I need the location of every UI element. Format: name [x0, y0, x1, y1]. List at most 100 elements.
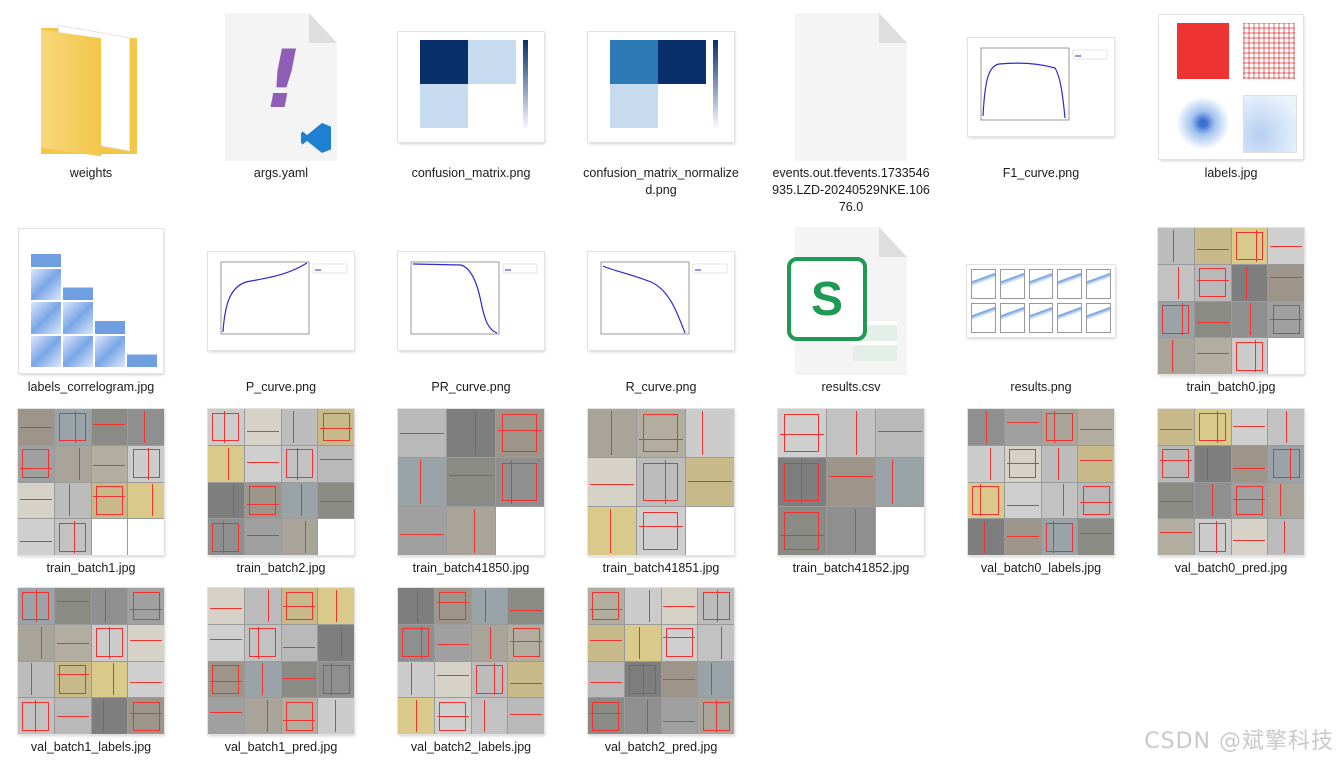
crack-mark [609, 509, 611, 553]
mosaic-cell [1078, 409, 1114, 445]
file-name: val_batch1_pred.jpg [224, 740, 338, 754]
crack-mark [474, 509, 476, 553]
mosaic-cell [281, 409, 318, 445]
file-item[interactable]: val_batch1_pred.jpg [196, 582, 366, 756]
file-item[interactable]: results.png [956, 222, 1126, 396]
file-item[interactable]: PR_curve.png [386, 222, 556, 396]
file-item[interactable]: val_batch2_pred.jpg [576, 582, 746, 756]
bbox [132, 701, 160, 731]
curve-plot [410, 261, 538, 335]
file-item[interactable]: ! args.yaml [196, 8, 366, 182]
bbox [22, 591, 50, 621]
bbox [501, 462, 538, 501]
crack-mark [985, 410, 987, 443]
mosaic-cell [244, 698, 281, 734]
file-item[interactable]: val_batch1_labels.jpg [6, 582, 176, 756]
crack-mark [1080, 429, 1113, 431]
mosaic-cell [588, 661, 624, 698]
results-grid [971, 269, 1111, 333]
crack-mark [1062, 484, 1064, 517]
mosaic-cell [318, 624, 354, 661]
chart-frame [19, 229, 163, 373]
crack-mark [436, 674, 469, 676]
crack-mark [262, 663, 264, 696]
file-item[interactable]: R_curve.png [576, 222, 746, 396]
file-thumbnail [6, 582, 176, 740]
correlogram-cell [31, 302, 61, 334]
mosaic-cell [318, 661, 354, 698]
file-item[interactable]: Sresults.csv [766, 222, 936, 396]
file-thumbnail [576, 403, 746, 561]
crack-mark [93, 465, 126, 467]
image-mosaic [208, 409, 354, 555]
file-name: labels.jpg [1204, 166, 1258, 180]
file-name: val_batch2_labels.jpg [410, 740, 532, 754]
crack-mark [1177, 266, 1179, 299]
mosaic-cell [244, 482, 281, 519]
mosaic-cell [1078, 445, 1114, 482]
file-item[interactable]: train_batch41851.jpg [576, 403, 746, 577]
bbox [59, 412, 87, 442]
file-item[interactable]: train_batch1.jpg [6, 403, 176, 577]
results-subplot [999, 269, 1025, 299]
crack-mark [1080, 533, 1113, 535]
mosaic-cell [588, 624, 624, 661]
file-item[interactable]: train_batch41850.jpg [386, 403, 556, 577]
mosaic-cell [434, 588, 471, 624]
file-item[interactable]: labels_correlogram.jpg [6, 222, 176, 396]
mosaic-cell [876, 507, 924, 555]
file-name: labels_correlogram.jpg [27, 380, 155, 394]
bbox [665, 628, 693, 658]
mosaic-cell [1268, 264, 1304, 301]
yaml-file-icon: ! [225, 13, 337, 161]
crack-mark [1250, 303, 1252, 336]
file-item[interactable]: P_curve.png [196, 222, 366, 396]
file-item[interactable]: train_batch41852.jpg [766, 403, 936, 577]
file-thumbnail [956, 222, 1126, 380]
correlogram-cell [63, 335, 93, 367]
crack-mark [19, 541, 52, 543]
matrix-cell [420, 40, 468, 84]
image-mosaic [588, 409, 734, 555]
mosaic-cell [1158, 445, 1194, 482]
crack-mark [19, 499, 52, 501]
mosaic-cell [1158, 519, 1194, 555]
mosaic-cell [244, 409, 281, 445]
mosaic-cell [1158, 301, 1194, 338]
mosaic-cell [698, 661, 734, 698]
crack-mark [56, 642, 89, 644]
bbox [439, 591, 467, 621]
file-item[interactable]: val_batch2_labels.jpg [386, 582, 556, 756]
crack-mark [152, 484, 154, 517]
mosaic-cell [128, 482, 164, 519]
file-item[interactable]: confusion_matrix.png [386, 8, 556, 182]
file-thumbnail [766, 8, 936, 166]
file-item[interactable]: confusion_matrix_normalized.png [576, 8, 746, 199]
file-item[interactable]: train_batch0.jpg [1146, 222, 1316, 396]
file-name: val_batch0_labels.jpg [980, 561, 1102, 575]
mosaic-cell [588, 588, 624, 624]
curve-line [982, 62, 1066, 119]
csv-file-icon: S [787, 227, 907, 375]
file-item[interactable]: F1_curve.png [956, 8, 1126, 182]
mosaic-cell [244, 588, 281, 624]
mosaic-cell [447, 458, 495, 506]
file-item[interactable]: weights [6, 8, 176, 182]
mosaic-cell [1231, 301, 1268, 338]
file-item[interactable]: val_batch0_pred.jpg [1146, 403, 1316, 577]
file-item[interactable]: labels.jpg [1146, 8, 1316, 182]
plot-legend [502, 263, 538, 274]
crack-mark [1233, 425, 1266, 427]
file-thumbnail [386, 403, 556, 561]
mosaic-cell [1231, 519, 1268, 555]
bbox [1199, 522, 1227, 552]
mosaic-cell [1194, 338, 1231, 374]
image-mosaic [778, 409, 924, 555]
mosaic-cell [698, 588, 734, 624]
mosaic-cell [398, 588, 434, 624]
file-item[interactable]: val_batch0_labels.jpg [956, 403, 1126, 577]
crack-mark [989, 447, 991, 480]
file-item[interactable]: events.out.tfevents.1733546935.LZD-20240… [766, 8, 936, 216]
file-item[interactable]: train_batch2.jpg [196, 403, 366, 577]
crack-mark [663, 606, 696, 608]
